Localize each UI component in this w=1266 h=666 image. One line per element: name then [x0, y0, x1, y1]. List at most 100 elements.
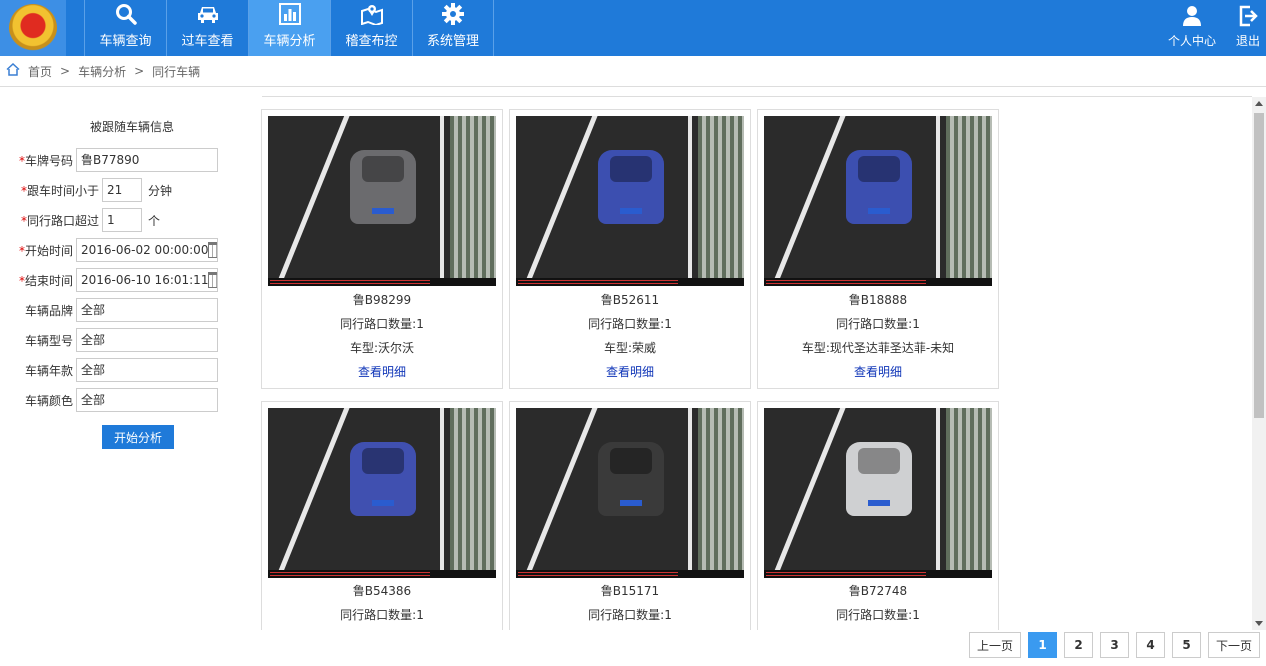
nav-vehicle-query[interactable]: 车辆查询 — [84, 0, 166, 56]
scroll-down-arrow-icon[interactable] — [1255, 621, 1263, 626]
crossings-row: *同行路口超过 1 个 — [0, 208, 160, 232]
end-time-input[interactable]: 2016-06-10 16:01:11 — [76, 268, 218, 292]
color-select[interactable]: 全部 — [76, 388, 218, 412]
logout-button[interactable]: 退出 — [1230, 0, 1266, 56]
end-time-label: 结束时间 — [24, 273, 73, 288]
vehicle-type: 车型:沃尔沃 — [349, 341, 415, 355]
year-select[interactable]: 全部 — [76, 358, 218, 382]
start-time-row: *开始时间 2016-06-02 00:00:00 — [0, 238, 218, 262]
form-title: 被跟随车辆信息 — [90, 120, 175, 134]
user-center-button[interactable]: 个人中心 — [1164, 0, 1220, 56]
vertical-scrollbar[interactable] — [1252, 97, 1266, 630]
result-card: 鲁B15171 同行路口数量:1 — [509, 401, 751, 630]
crossing-count: 同行路口数量:1 — [340, 608, 424, 622]
plate-number: 鲁B52611 — [600, 293, 660, 307]
vehicle-type: 车型:荣威 — [603, 341, 657, 355]
plate-number: 鲁B15171 — [600, 584, 660, 598]
crossings-unit: 个 — [148, 213, 161, 228]
logout-label: 退出 — [1235, 34, 1260, 48]
crossing-count: 同行路口数量:1 — [588, 608, 672, 622]
crossings-label: 同行路口超过 — [26, 213, 99, 228]
year-row: 车辆年款 全部 — [0, 358, 218, 382]
nav-label: 稽查布控 — [345, 34, 398, 49]
result-card: 鲁B52611 同行路口数量:1 车型:荣威 查看明细 — [509, 109, 751, 389]
nav-pass-view[interactable]: 过车查看 — [166, 0, 248, 56]
map-pin-icon — [360, 2, 384, 26]
nav-label: 过车查看 — [181, 34, 234, 49]
page-button[interactable]: 5 — [1172, 632, 1201, 658]
plate-row: *车牌号码 鲁B77890 — [0, 148, 218, 172]
gear-icon — [441, 2, 465, 26]
vehicle-photo[interactable] — [268, 408, 496, 578]
nav-inspection-control[interactable]: 稽查布控 — [330, 0, 412, 56]
top-navbar: 车辆查询 过车查看 车辆分析 稽查布控 系统管理 个人中心 退出 — [0, 0, 1266, 56]
vehicle-photo[interactable] — [516, 408, 744, 578]
view-detail-link[interactable]: 查看明细 — [262, 363, 502, 380]
home-icon[interactable] — [6, 62, 20, 79]
plate-number: 鲁B98299 — [352, 293, 412, 307]
pagination: 上一页 1 2 3 4 5 下一页 — [969, 632, 1260, 658]
page-button[interactable]: 1 — [1028, 632, 1057, 658]
crossings-input[interactable]: 1 — [102, 208, 142, 232]
page-button[interactable]: 2 — [1064, 632, 1093, 658]
view-detail-link[interactable]: 查看明细 — [510, 363, 750, 380]
car-icon — [196, 2, 220, 26]
brand-label: 车辆品牌 — [24, 303, 73, 318]
result-card: 鲁B98299 同行路口数量:1 车型:沃尔沃 查看明细 — [261, 109, 503, 389]
start-time-label: 开始时间 — [24, 243, 73, 258]
follow-time-row: *跟车时间小于 21 分钟 — [0, 178, 172, 202]
police-emblem-logo — [0, 0, 66, 56]
start-time-value: 2016-06-02 00:00:00 — [81, 243, 209, 257]
year-label: 车辆年款 — [24, 363, 73, 378]
nav-label: 车辆查询 — [99, 34, 152, 49]
vehicle-photo[interactable] — [268, 116, 496, 286]
vehicle-photo[interactable] — [764, 116, 992, 286]
follow-time-input[interactable]: 21 — [102, 178, 142, 202]
logout-icon — [1236, 4, 1260, 28]
result-card: 鲁B18888 同行路口数量:1 车型:现代圣达菲圣达菲-未知 查看明细 — [757, 109, 999, 389]
nav-label: 系统管理 — [426, 34, 479, 49]
plate-number: 鲁B54386 — [352, 584, 412, 598]
calendar-icon[interactable] — [208, 242, 217, 258]
bar-chart-icon — [278, 2, 302, 26]
view-detail-link[interactable]: 查看明细 — [758, 363, 998, 380]
breadcrumb: 首页 > 车辆分析 > 同行车辆 — [0, 56, 1266, 87]
search-icon — [114, 2, 138, 26]
result-card: 鲁B72748 同行路口数量:1 — [757, 401, 999, 630]
model-select[interactable]: 全部 — [76, 328, 218, 352]
crossing-count: 同行路口数量:1 — [588, 317, 672, 331]
plate-number: 鲁B18888 — [848, 293, 908, 307]
plate-input[interactable]: 鲁B77890 — [76, 148, 218, 172]
start-analysis-button[interactable]: 开始分析 — [102, 425, 174, 449]
next-page-button[interactable]: 下一页 — [1208, 632, 1260, 658]
user-center-label: 个人中心 — [1167, 34, 1216, 48]
nav-system-management[interactable]: 系统管理 — [412, 0, 494, 56]
main-nav: 车辆查询 过车查看 车辆分析 稽查布控 系统管理 — [84, 0, 494, 56]
breadcrumb-separator: > — [60, 64, 71, 78]
crossing-count: 同行路口数量:1 — [836, 608, 920, 622]
follow-time-unit: 分钟 — [148, 183, 173, 198]
prev-page-button[interactable]: 上一页 — [969, 632, 1021, 658]
breadcrumb-vehicle-analysis[interactable]: 车辆分析 — [78, 63, 126, 80]
page-button[interactable]: 3 — [1100, 632, 1129, 658]
end-time-value: 2016-06-10 16:01:11 — [81, 273, 209, 287]
result-card: 鲁B54386 同行路口数量:1 — [261, 401, 503, 630]
crossing-count: 同行路口数量:1 — [340, 317, 424, 331]
vehicle-photo[interactable] — [516, 116, 744, 286]
model-label: 车辆型号 — [24, 333, 73, 348]
page-button[interactable]: 4 — [1136, 632, 1165, 658]
scroll-thumb[interactable] — [1254, 113, 1264, 418]
breadcrumb-current: 同行车辆 — [152, 64, 201, 79]
end-time-row: *结束时间 2016-06-10 16:01:11 — [0, 268, 218, 292]
vehicle-photo[interactable] — [764, 408, 992, 578]
calendar-icon[interactable] — [208, 272, 217, 288]
user-area: 个人中心 退出 — [1154, 0, 1266, 56]
breadcrumb-home[interactable]: 首页 — [28, 63, 52, 80]
nav-label: 车辆分析 — [263, 34, 316, 49]
scroll-up-arrow-icon[interactable] — [1255, 101, 1263, 106]
start-time-input[interactable]: 2016-06-02 00:00:00 — [76, 238, 218, 262]
plate-label: 车牌号码 — [24, 153, 73, 168]
nav-vehicle-analysis[interactable]: 车辆分析 — [248, 0, 330, 56]
brand-select[interactable]: 全部 — [76, 298, 218, 322]
crossing-count: 同行路口数量:1 — [836, 317, 920, 331]
